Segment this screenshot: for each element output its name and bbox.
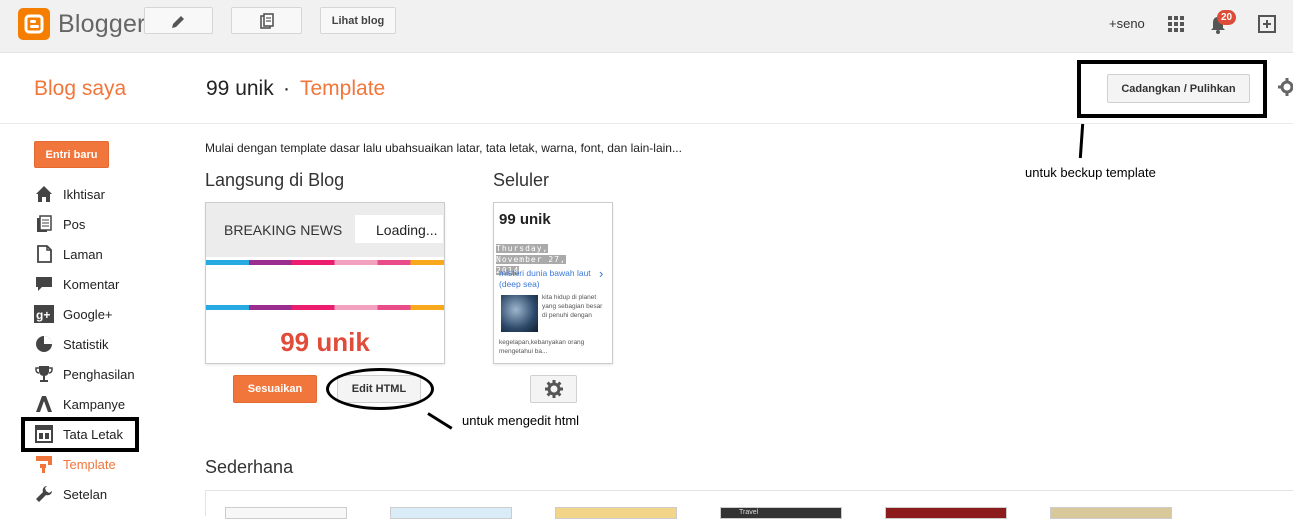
sidebar-item-campaigns[interactable]: Kampanye: [34, 393, 125, 415]
simple-template-thumb-3[interactable]: [555, 507, 677, 519]
edit-annotation: untuk mengedit html: [462, 413, 580, 428]
sidebar-item-label: Google+: [63, 306, 113, 322]
sidebar-item-google-plus[interactable]: g+ Google+: [34, 303, 113, 325]
sidebar-item-comments[interactable]: Komentar: [34, 273, 119, 295]
top-bar: Blogger Lihat blog +seno 20: [0, 0, 1293, 53]
sidebar-item-label: Penghasilan: [63, 366, 135, 382]
posts-icon: [34, 214, 54, 234]
adwords-icon: [34, 394, 54, 414]
my-blogs-link[interactable]: Blog saya: [34, 77, 126, 101]
preview-blog-title: 99 unik: [280, 327, 370, 357]
sidebar-item-label: Setelan: [63, 486, 108, 502]
preview-color-stripe-bottom: [206, 305, 444, 310]
live-blog-section-title: Langsung di Blog: [205, 170, 345, 190]
mini-thumb-label: Travel: [739, 509, 759, 516]
user-profile-link[interactable]: +seno: [1109, 16, 1145, 31]
edit-html-highlight-oval: [326, 368, 434, 410]
preview-color-stripe-top: [206, 260, 444, 265]
sidebar-item-stats[interactable]: Statistik: [34, 333, 109, 355]
simple-template-thumb-2[interactable]: [390, 507, 512, 519]
svg-text:g+: g+: [36, 308, 50, 322]
sidebar-item-overview[interactable]: Ikhtisar: [34, 183, 105, 205]
preview-ticker-label: BREAKING NEWS: [224, 222, 343, 238]
simple-template-thumb-6[interactable]: [1050, 507, 1172, 519]
template-intro-text: Mulai dengan template dasar lalu ubahsua…: [205, 141, 682, 155]
title-separator: ·: [283, 77, 290, 100]
sidebar-item-pages[interactable]: Laman: [34, 243, 103, 265]
mobile-settings-button[interactable]: [530, 375, 577, 403]
new-post-pencil-button[interactable]: [144, 7, 213, 34]
backup-highlight-box: [1077, 60, 1267, 118]
mobile-template-preview[interactable]: 99 unik Thursday, November 27, 2014 mist…: [493, 202, 613, 364]
blogger-logo-icon[interactable]: [18, 8, 50, 40]
sidebar-item-label: Komentar: [63, 276, 120, 292]
home-icon: [34, 184, 54, 204]
live-template-preview[interactable]: BREAKING NEWS Loading... 99 unik: [205, 202, 445, 364]
backup-annotation: untuk beckup template: [1025, 165, 1156, 180]
simple-section-title: Sederhana: [205, 457, 294, 477]
customize-button[interactable]: Sesuaikan: [233, 375, 317, 403]
preview-ticker-status: Loading...: [376, 222, 438, 238]
simple-template-thumb-1[interactable]: [225, 507, 347, 519]
wrench-icon: [34, 484, 54, 504]
view-blog-button[interactable]: Lihat blog: [320, 7, 396, 34]
backup-annotation-line: [1078, 123, 1085, 159]
sidebar-item-label: Statistik: [63, 336, 109, 352]
mobile-post-link[interactable]: misteri dunia bawah laut (deep sea): [499, 268, 597, 290]
gear-icon[interactable]: [1278, 78, 1293, 96]
posts-icon: [260, 13, 274, 29]
mobile-blog-title: 99 unik: [499, 211, 551, 228]
new-post-button[interactable]: Entri baru: [34, 141, 109, 168]
simple-template-thumb-4[interactable]: Travel: [720, 507, 842, 519]
sidebar-item-label: Template: [63, 456, 116, 472]
pencil-icon: [172, 16, 184, 28]
sidebar-item-label: Kampanye: [63, 396, 126, 412]
posts-list-button[interactable]: [231, 7, 302, 34]
mobile-snippet-2: kegelapan,kebanyakan orang mengetahui ba…: [499, 339, 585, 355]
mobile-section-title: Seluler: [493, 170, 550, 190]
trophy-icon: [34, 364, 54, 384]
sidebar-item-label: Pos: [63, 216, 86, 232]
sidebar-item-label: Ikhtisar: [63, 186, 105, 202]
google-plus-icon: g+: [34, 304, 54, 324]
edit-annotation-line: [427, 412, 453, 430]
layout-highlight-box: [21, 417, 139, 452]
comment-icon: [34, 274, 54, 294]
sidebar-item-earnings[interactable]: Penghasilan: [34, 363, 135, 385]
sidebar-item-posts[interactable]: Pos: [34, 213, 85, 235]
chevron-right-icon[interactable]: ›: [599, 266, 603, 281]
gear-icon: [544, 380, 563, 398]
mobile-post-thumbnail: [501, 295, 538, 332]
sidebar-item-label: Laman: [63, 246, 103, 262]
stats-icon: [34, 334, 54, 354]
pages-icon: [34, 244, 54, 264]
page-title: Template: [300, 77, 386, 100]
blogger-logo-text[interactable]: Blogger: [58, 10, 146, 39]
blog-name[interactable]: 99 unik: [206, 77, 274, 101]
simple-template-thumb-5[interactable]: [885, 507, 1007, 519]
template-icon: [34, 454, 54, 474]
sidebar-item-template[interactable]: Template: [34, 453, 116, 475]
mobile-snippet-1: kita hidup di planet yang sebagian besar…: [542, 294, 603, 319]
notification-badge[interactable]: 20: [1217, 10, 1236, 25]
apps-grid-icon[interactable]: [1167, 15, 1185, 33]
share-plus-icon[interactable]: [1257, 14, 1277, 34]
sidebar-item-settings[interactable]: Setelan: [34, 483, 107, 505]
header-divider: [0, 123, 1293, 124]
